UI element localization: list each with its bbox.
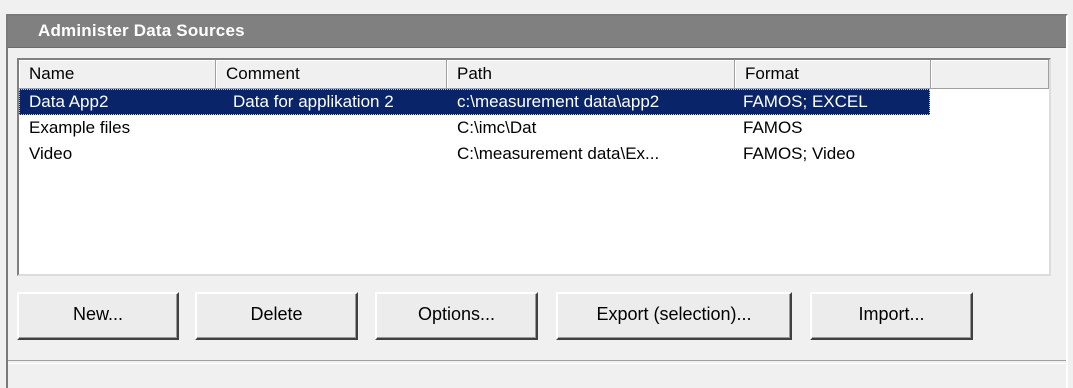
row-name: Video: [29, 144, 73, 163]
list-header: Name Comment Path Format: [19, 60, 1049, 89]
column-header-path[interactable]: Path: [447, 60, 735, 89]
import-button[interactable]: Import...: [810, 292, 973, 340]
column-header-blank[interactable]: [931, 60, 1049, 89]
dialog-title: Administer Data Sources: [38, 21, 245, 40]
options-button[interactable]: Options...: [375, 292, 538, 340]
row-path: c:\measurement data\app2: [457, 92, 660, 111]
row-path: C:\measurement data\Ex...: [457, 144, 660, 163]
row-name: Data App2: [29, 92, 109, 111]
delete-button[interactable]: Delete: [195, 292, 358, 340]
divider: [8, 360, 1066, 364]
column-header-comment[interactable]: Comment: [216, 60, 447, 89]
row-comment: Data for applikation 2: [233, 92, 394, 111]
row-path: C:\imc\Dat: [457, 118, 537, 137]
new-button[interactable]: New...: [17, 292, 179, 340]
list-row-example-files[interactable]: Example files C:\imc\Dat FAMOS: [19, 115, 1049, 141]
export-selection-button[interactable]: Export (selection)...: [556, 292, 792, 340]
row-format: FAMOS; Video: [743, 144, 856, 163]
row-format: FAMOS: [743, 118, 803, 137]
row-name: Example files: [29, 118, 131, 137]
column-header-name[interactable]: Name: [19, 60, 216, 89]
column-header-format[interactable]: Format: [735, 60, 931, 89]
list-row-data-app2[interactable]: Data App2 Data for applikation 2 c:\meas…: [19, 89, 1049, 115]
administer-data-sources-dialog: Administer Data Sources Name Comment Pat…: [0, 0, 1073, 388]
title-bar: Administer Data Sources: [8, 16, 1066, 48]
data-sources-list[interactable]: Name Comment Path Format Data App2 Data …: [17, 58, 1051, 276]
list-row-video[interactable]: Video C:\measurement data\Ex... FAMOS; V…: [19, 141, 1049, 167]
row-format: FAMOS; EXCEL: [743, 92, 868, 111]
